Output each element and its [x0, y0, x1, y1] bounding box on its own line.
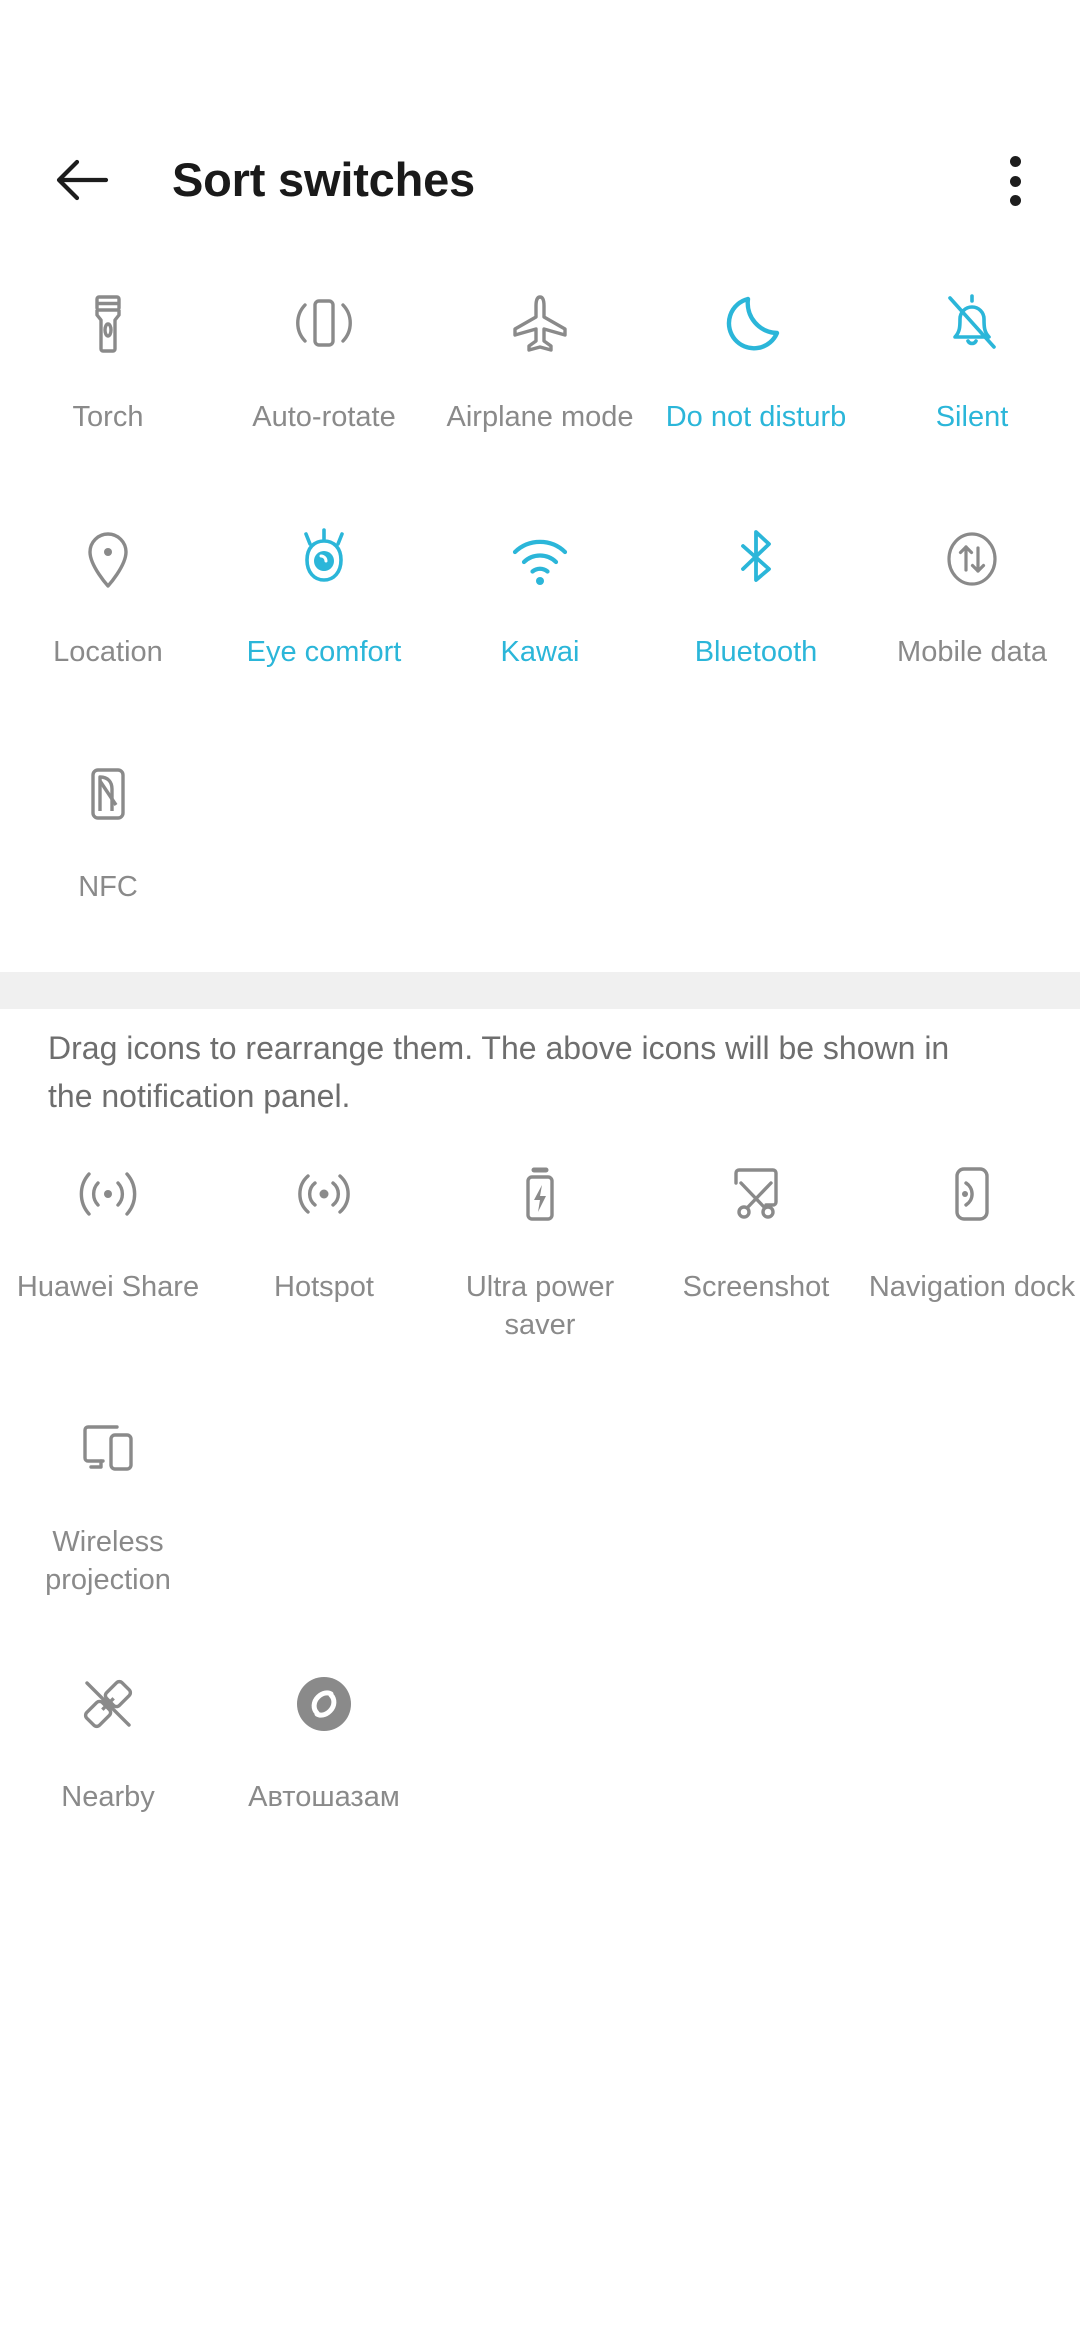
bluetooth-icon [714, 517, 798, 601]
switch-row: Huawei Share Hotspot Ultra power saver S… [0, 1152, 1080, 1407]
switch-tile-wifi[interactable]: Kawai [432, 517, 648, 752]
huawei-share-icon [66, 1152, 150, 1236]
switch-label: Do not disturb [665, 401, 847, 433]
switch-label: Torch [72, 401, 144, 433]
switch-tile-avtoshazam[interactable]: Автошазам [216, 1662, 432, 1897]
switch-label: Huawei Share [16, 1271, 200, 1303]
switch-tile-torch[interactable]: Torch [0, 282, 216, 517]
switch-tile-empty [216, 1407, 432, 1662]
battery-bolt-icon [498, 1152, 582, 1236]
switch-tile-screenshot[interactable]: Screenshot [648, 1152, 864, 1407]
drag-hint-text: Drag icons to rearrange them. The above … [48, 1030, 950, 1114]
switch-row: Nearby Автошазам [0, 1662, 1080, 1897]
switch-tile-nearby[interactable]: Nearby [0, 1662, 216, 1897]
switch-label: Eye comfort [246, 636, 402, 668]
available-switches-grid: Huawei Share Hotspot Ultra power saver S… [0, 1152, 1080, 1897]
switch-tile-silent[interactable]: Silent [864, 282, 1080, 517]
switch-label: Silent [935, 401, 1009, 433]
switch-row: Location Eye comfort Kawai Bluetooth Mob… [0, 517, 1080, 752]
switch-label: Mobile data [897, 636, 1047, 668]
switch-label: Airplane mode [446, 401, 634, 433]
switch-label: Автошазам [248, 1781, 400, 1813]
airplane-icon [498, 282, 582, 366]
switch-tile-ultra-power-saver[interactable]: Ultra power saver [432, 1152, 648, 1407]
enabled-switches-grid: Torch Auto-rotate Airplane mode Do not d… [0, 282, 1080, 987]
switch-tile-empty [432, 752, 648, 987]
switch-label: Location [53, 636, 163, 668]
switch-tile-auto-rotate[interactable]: Auto-rotate [216, 282, 432, 517]
switch-tile-empty [216, 752, 432, 987]
switch-label: Hotspot [274, 1271, 374, 1303]
switch-label: Kawai [500, 636, 580, 668]
switch-label: Navigation dock [868, 1271, 1076, 1303]
switch-tile-airplane-mode[interactable]: Airplane mode [432, 282, 648, 517]
switch-label: Bluetooth [694, 636, 818, 668]
switch-tile-bluetooth[interactable]: Bluetooth [648, 517, 864, 752]
switch-label: Nearby [61, 1781, 155, 1813]
nfc-icon [66, 752, 150, 836]
switch-row: Wireless projection [0, 1407, 1080, 1662]
switch-label: Auto-rotate [252, 401, 396, 433]
switch-tile-empty [432, 1662, 648, 1897]
nearby-off-icon [66, 1662, 150, 1746]
wireless-projection-icon [66, 1407, 150, 1491]
auto-rotate-icon [282, 282, 366, 366]
scissors-icon [714, 1152, 798, 1236]
switch-tile-location[interactable]: Location [0, 517, 216, 752]
back-button[interactable] [48, 146, 116, 214]
switch-tile-empty [864, 752, 1080, 987]
more-vertical-icon-dot-1 [1009, 156, 1021, 167]
switch-tile-mobile-data[interactable]: Mobile data [864, 517, 1080, 752]
sort-switches-screen: Sort switches Torch Auto-rotate Airplane… [0, 0, 1080, 2340]
moon-icon [714, 282, 798, 366]
more-vertical-icon-dot-3 [1009, 195, 1021, 206]
mobile-data-icon [930, 517, 1014, 601]
switch-tile-empty [432, 1407, 648, 1662]
switch-tile-eye-comfort[interactable]: Eye comfort [216, 517, 432, 752]
switch-label: Screenshot [682, 1271, 830, 1303]
wifi-icon [498, 517, 582, 601]
switch-tile-hotspot[interactable]: Hotspot [216, 1152, 432, 1407]
switch-label: Wireless projection [45, 1526, 171, 1596]
switch-tile-empty [648, 752, 864, 987]
arrow-left-icon [50, 148, 114, 212]
switch-tile-wireless-projection[interactable]: Wireless projection [0, 1407, 216, 1662]
eye-comfort-icon [282, 517, 366, 601]
switch-tile-huawei-share[interactable]: Huawei Share [0, 1152, 216, 1407]
switch-tile-empty [864, 1662, 1080, 1897]
location-pin-icon [66, 517, 150, 601]
torch-icon [66, 282, 150, 366]
switch-row: NFC [0, 752, 1080, 987]
switch-tile-empty [648, 1407, 864, 1662]
overflow-menu-button[interactable] [985, 150, 1045, 212]
switch-label: NFC [78, 871, 138, 903]
switch-tile-nfc[interactable]: NFC [0, 752, 216, 987]
switch-tile-do-not-disturb[interactable]: Do not disturb [648, 282, 864, 517]
app-header: Sort switches [0, 0, 1080, 300]
shazam-icon [282, 1662, 366, 1746]
switch-tile-empty [648, 1662, 864, 1897]
switch-tile-navigation-dock[interactable]: Navigation dock [864, 1152, 1080, 1407]
switch-tile-empty [864, 1407, 1080, 1662]
bell-off-icon [930, 282, 1014, 366]
navigation-dock-icon [930, 1152, 1014, 1236]
section-divider [0, 972, 1080, 1009]
switch-row: Torch Auto-rotate Airplane mode Do not d… [0, 282, 1080, 517]
hotspot-icon [282, 1152, 366, 1236]
page-title: Sort switches [172, 153, 475, 206]
switch-label: Ultra power saver [465, 1271, 615, 1341]
more-vertical-icon-dot-2 [1009, 175, 1021, 187]
